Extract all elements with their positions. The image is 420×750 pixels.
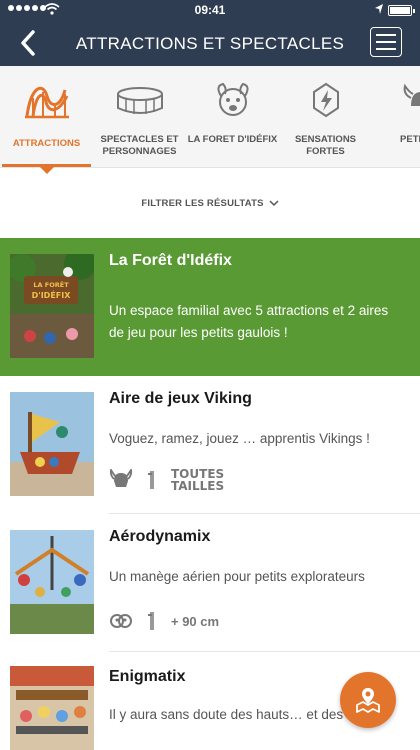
tab-petit-gaulois[interactable]: PETIT G [372,66,420,167]
chevron-left-icon [21,30,35,56]
item-description: Voguez, ramez, jouez … apprentis Vikings… [109,431,370,446]
item-description: Un manège aérien pour petits explorateur… [109,569,365,584]
size-badge: TOUTES TAILLES [171,468,224,492]
tab-sensations-fortes[interactable]: SENSATIONS FORTES [279,66,372,167]
viking-helmet-icon [109,469,133,487]
item-title: Enigmatix [109,668,186,685]
battery-icon [388,5,415,16]
item-meta: + 90 cm [109,610,219,632]
list-item[interactable]: Aire de jeux Viking Voguez, ramez, jouez… [0,376,420,514]
height-requirement: + 90 cm [171,613,220,629]
rollercoaster-icon [21,74,73,126]
category-tabs: ATTRACTIONS SPECTACLES ET PERSONNAGES LA… [0,66,420,174]
thumbnail-image [10,392,94,496]
location-arrow-icon [375,4,383,14]
item-title: Aire de jeux Viking [109,390,252,407]
map-button[interactable] [340,672,396,728]
filter-label: FILTRER LES RÉSULTATS [141,197,264,209]
tab-foret-idefix[interactable]: LA FORET D'IDÉFIX [186,66,279,167]
tab-label: SPECTACLES ET PERSONNAGES [100,134,179,157]
svg-text:D'IDÉFIX: D'IDÉFIX [32,289,72,300]
page-title: ATTRACTIONS ET SPECTACLES [75,34,345,53]
map-pin-icon [356,688,380,713]
hamburger-icon-line [376,41,396,43]
tab-label: SENSATIONS FORTES [294,134,357,157]
tab-attractions[interactable]: ATTRACTIONS [0,66,93,174]
item-meta: TOUTES TAILLES [109,468,224,492]
app-header: 09:41 ATTRACTIONS ET SPECTACLES [0,0,420,66]
status-bar: 09:41 [0,0,420,20]
back-button[interactable] [14,28,44,58]
helmet-icon [393,74,420,126]
item-description: Un espace familial avec 5 attractions et… [109,303,389,340]
status-time: 09:41 [194,3,226,17]
thumbnail-image: LA FORÊT D'IDÉFIX [10,254,94,358]
menu-button[interactable] [370,27,402,57]
thumbnail-image [10,666,94,750]
chevron-down-icon [269,199,279,206]
family-icon [110,614,132,628]
idefix-dog-icon [207,74,259,126]
tab-label: PETIT G [400,134,420,145]
svg-text:LA FORÊT: LA FORÊT [33,280,69,289]
screen: 09:41 ATTRACTIONS ET SPECTACLES ATTRACTI… [0,0,420,750]
item-title: Aérodynamix [109,528,211,545]
item-title: La Forêt d'Idéfix [109,252,232,269]
tab-spectacles[interactable]: SPECTACLES ET PERSONNAGES [93,66,186,167]
list-item[interactable]: Aérodynamix Un manège aérien pour petits… [0,514,420,652]
tab-label: LA FORET D'IDÉFIX [187,134,278,145]
tab-label: ATTRACTIONS [12,138,81,149]
size-badge-line: TAILLES [171,479,225,493]
filter-results-button[interactable]: FILTRER LES RÉSULTATS [0,168,420,238]
height-gauge-icon [148,471,154,489]
hamburger-icon-line [376,34,396,36]
hamburger-icon-line [376,48,396,50]
list-item-featured[interactable]: LA FORÊT D'IDÉFIX La Forêt d'Idéfix Un e… [0,238,420,376]
lightning-icon [300,74,352,126]
arena-icon [114,74,166,126]
thumbnail-image [10,530,94,634]
height-gauge-icon [148,612,154,630]
